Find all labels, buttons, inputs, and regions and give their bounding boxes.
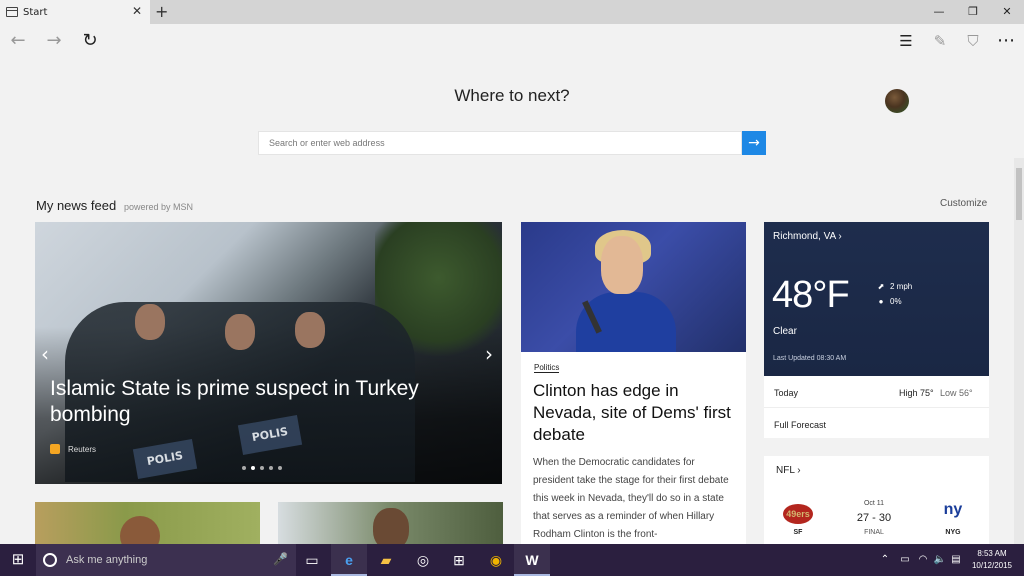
weather-temperature: 48°F bbox=[772, 274, 850, 316]
microphone-icon[interactable]: 🎤 bbox=[273, 552, 288, 566]
hero-photo-face bbox=[135, 304, 165, 340]
windows-start-icon[interactable]: ⊞ bbox=[0, 544, 36, 576]
clock-time: 8:53 AM bbox=[977, 549, 1007, 558]
avatar[interactable] bbox=[885, 89, 909, 113]
thumbnail-figure bbox=[373, 508, 409, 544]
article-card[interactable]: Politics Clinton has edge in Nevada, sit… bbox=[521, 222, 746, 544]
cortana-icon bbox=[43, 553, 57, 567]
weather-city[interactable]: Richmond, VA › bbox=[773, 231, 842, 242]
article-summary: When the Democratic candidates for presi… bbox=[533, 457, 729, 540]
full-forecast-link[interactable]: Full Forecast bbox=[774, 420, 826, 430]
chrome-icon[interactable]: ◉ bbox=[478, 544, 514, 576]
search-go-button[interactable]: → bbox=[742, 131, 766, 155]
carousel-dot[interactable] bbox=[269, 466, 273, 470]
game-date: Oct 11 bbox=[863, 500, 885, 507]
hero-story[interactable]: POLIS POLIS ‹ › Islamic State is prime s… bbox=[35, 222, 502, 484]
customize-link[interactable]: Customize bbox=[940, 198, 987, 209]
carousel-next-icon[interactable]: › bbox=[485, 342, 493, 366]
cortana-placeholder: Ask me anything bbox=[66, 554, 148, 566]
news-feed-title: My news feed bbox=[36, 198, 117, 213]
taskbar-clock[interactable]: 8:53 AM 10/12/2015 bbox=[962, 548, 1022, 572]
word-icon[interactable]: W bbox=[514, 544, 550, 576]
tab-close-icon[interactable]: ✕ bbox=[132, 4, 142, 18]
carousel-dots bbox=[242, 466, 282, 470]
store-icon[interactable]: ⊞ bbox=[441, 544, 477, 576]
weather-card[interactable]: Richmond, VA › 48°F Clear Last Updated 0… bbox=[764, 222, 989, 376]
weather-precip: ● 0% bbox=[876, 297, 902, 306]
search-input[interactable]: Search or enter web address bbox=[258, 131, 742, 155]
task-view-icon[interactable]: ▭ bbox=[294, 544, 330, 576]
page-heading: Where to next? bbox=[454, 86, 570, 105]
game-score: 27 - 30 bbox=[856, 512, 892, 524]
home-team-abbr: SF bbox=[793, 529, 803, 536]
weather-condition: Clear bbox=[773, 326, 797, 337]
restore-button[interactable]: ❐ bbox=[956, 0, 990, 24]
close-window-button[interactable]: ✕ bbox=[990, 0, 1024, 24]
carousel-dot[interactable] bbox=[242, 466, 246, 470]
wifi-icon[interactable]: ◠ bbox=[914, 544, 932, 576]
article-headline[interactable]: Clinton has edge in Nevada, site of Dems… bbox=[533, 380, 738, 446]
article-photo bbox=[521, 222, 746, 352]
hero-source: Reuters bbox=[50, 444, 96, 454]
tray-chevron-icon[interactable]: ⌃ bbox=[876, 544, 894, 576]
weather-wind: ⬈ 2 mph bbox=[876, 282, 913, 291]
refresh-icon[interactable]: ↻ bbox=[79, 30, 101, 52]
page-icon bbox=[6, 7, 18, 17]
forward-icon[interactable]: → bbox=[43, 30, 65, 52]
tab-title: Start bbox=[23, 6, 48, 18]
hub-icon[interactable]: ☰ bbox=[895, 30, 917, 52]
clock-date: 10/12/2015 bbox=[971, 561, 1013, 570]
divider bbox=[764, 407, 989, 408]
wind-icon: ⬈ bbox=[877, 282, 885, 291]
carousel-prev-icon[interactable]: ‹ bbox=[41, 342, 49, 366]
photo-figure-head bbox=[601, 236, 643, 294]
carousel-dot[interactable] bbox=[260, 466, 264, 470]
more-icon[interactable]: ⋯ bbox=[995, 30, 1017, 52]
thumbnail-figure bbox=[120, 516, 160, 544]
web-note-icon[interactable]: ✎ bbox=[929, 30, 951, 52]
story-thumbnail[interactable] bbox=[35, 502, 260, 544]
wind-value: 2 mph bbox=[890, 282, 913, 291]
precip-value: 0% bbox=[890, 297, 902, 306]
tab-start[interactable]: Start ✕ bbox=[0, 0, 150, 24]
story-thumbnail[interactable] bbox=[278, 502, 503, 544]
title-bar: Start ✕ + — ❐ ✕ bbox=[0, 0, 1024, 24]
away-team-abbr: NYG bbox=[945, 529, 961, 536]
minimize-button[interactable]: — bbox=[922, 0, 956, 24]
battery-icon[interactable]: ▭ bbox=[896, 544, 914, 576]
powered-by-label: powered by MSN bbox=[124, 202, 194, 212]
share-icon[interactable]: ⛉ bbox=[962, 30, 984, 52]
hero-photo-face bbox=[225, 314, 255, 350]
scrollbar-thumb[interactable] bbox=[1016, 168, 1022, 220]
forecast-low: Low 56° bbox=[940, 388, 973, 398]
file-explorer-icon[interactable]: ▰ bbox=[368, 544, 404, 576]
nfl-card[interactable]: NFL › 49ers SF Oct 11 27 - 30 FINAL ny N… bbox=[764, 456, 989, 544]
nyg-logo: ny bbox=[943, 501, 963, 518]
new-tab-button[interactable]: + bbox=[155, 2, 168, 21]
hero-headline[interactable]: Islamic State is prime suspect in Turkey… bbox=[50, 376, 450, 428]
taskbar: ⊞ Ask me anything 🎤 ▭ e ▰ ◎ ⊞ ◉ W ⌃ ▭ ◠ … bbox=[0, 544, 1024, 576]
nfl-title[interactable]: NFL › bbox=[776, 465, 801, 476]
start-page: Where to next? Search or enter web addre… bbox=[0, 58, 1024, 544]
weather-forecast: Today High 75° Low 56° Full Forecast bbox=[764, 376, 989, 438]
sf-logo: 49ers bbox=[783, 504, 813, 524]
nav-bar: ← → ↻ ☰ ✎ ⛉ ⋯ bbox=[0, 24, 1024, 58]
carousel-dot[interactable] bbox=[278, 466, 282, 470]
hero-photo-face bbox=[295, 312, 325, 348]
forecast-today: Today bbox=[774, 388, 799, 398]
game-status: FINAL bbox=[864, 529, 884, 536]
cortana-search-box[interactable]: Ask me anything 🎤 bbox=[36, 544, 296, 576]
volume-icon[interactable]: 🔈 bbox=[931, 544, 949, 576]
weather-updated: Last Updated 08:30 AM bbox=[773, 355, 847, 362]
carousel-dot[interactable] bbox=[251, 466, 255, 470]
reuters-icon bbox=[50, 444, 60, 454]
hero-source-label: Reuters bbox=[68, 444, 97, 454]
precip-icon: ● bbox=[878, 297, 884, 306]
forecast-high: High 75° bbox=[899, 388, 934, 398]
groove-music-icon[interactable]: ◎ bbox=[405, 544, 441, 576]
edge-icon[interactable]: e bbox=[331, 544, 367, 576]
article-category[interactable]: Politics bbox=[534, 363, 560, 373]
back-icon[interactable]: ← bbox=[7, 30, 29, 52]
